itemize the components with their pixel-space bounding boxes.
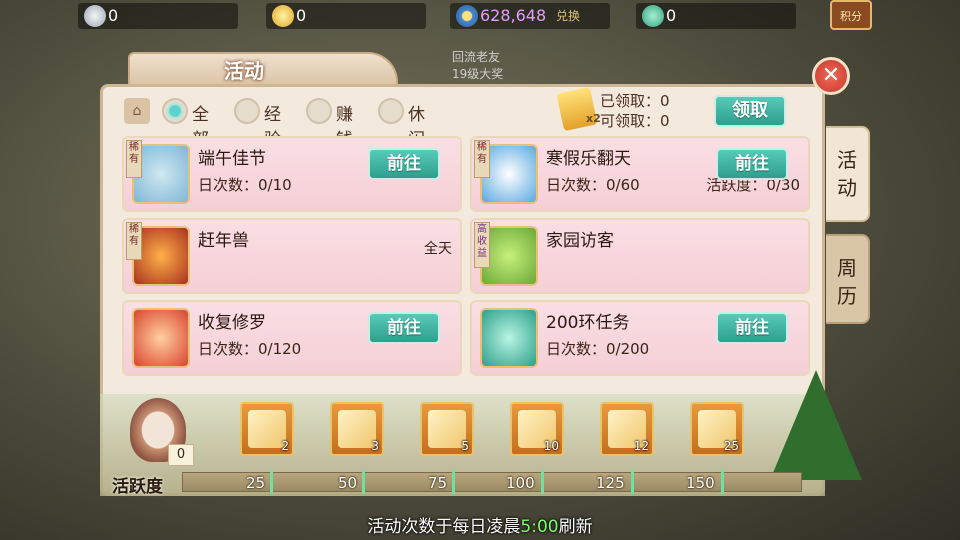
threshold-label: 150 — [686, 474, 715, 492]
go-button[interactable]: 前往 — [368, 148, 440, 180]
coin-value: 628,648 — [480, 6, 547, 25]
filter-radio-money[interactable] — [306, 98, 332, 124]
tab-activity[interactable]: 活动 — [826, 126, 870, 222]
activity-name: 赶年兽 — [198, 231, 249, 251]
refresh-notice-text: 活动次数于每日凌晨 — [367, 517, 521, 537]
go-button[interactable]: 前往 — [368, 312, 440, 344]
go-button[interactable]: 前往 — [716, 312, 788, 344]
tab-activity-label: 活动 — [837, 148, 857, 200]
threshold-label: 25 — [246, 474, 266, 492]
go-button[interactable]: 前往 — [716, 148, 788, 180]
refresh-notice-suffix: 刷新 — [558, 517, 593, 537]
reward-count: 5 — [461, 439, 469, 453]
gold-value: 0 — [296, 6, 307, 25]
liveness-label: 活跃度 — [112, 477, 163, 497]
asura-icon — [132, 308, 190, 368]
rarity-tag: 稀有 — [126, 140, 142, 178]
activity-count: 日次数：0/60 — [546, 176, 640, 194]
activity-card[interactable]: 200环任务 日次数：0/200 前往 — [470, 300, 810, 376]
activity-name: 端午佳节 — [198, 149, 266, 169]
high-yield-tag: 高收益 — [474, 222, 490, 268]
reward-count: 2 — [281, 439, 289, 453]
top-resource-bar: 0 0 628,648 兑换 0 积分 — [0, 0, 960, 34]
jade-ring-icon — [480, 308, 538, 368]
claim-box: x2 已领取：0 可领取：0 领取 — [556, 86, 810, 132]
threshold-marker — [452, 470, 455, 494]
reward-chest[interactable]: 10 — [510, 402, 564, 456]
reward-chest[interactable]: 3 — [330, 402, 384, 456]
rarity-tag: 稀有 — [474, 140, 490, 178]
activity-card[interactable]: 稀有 端午佳节 日次数：0/10 前往 — [122, 136, 462, 212]
activity-count: 日次数：0/10 — [198, 176, 292, 194]
coin-resource[interactable]: 628,648 兑换 — [450, 3, 610, 29]
reward-chest[interactable]: 5 — [420, 402, 474, 456]
exchange-link[interactable]: 兑换 — [556, 3, 580, 29]
activity-card[interactable]: 稀有 赶年兽 全天 — [122, 218, 462, 294]
gold-ingot-icon — [272, 5, 294, 27]
threshold-marker — [631, 470, 634, 494]
refresh-notice: 活动次数于每日凌晨5:00刷新 — [0, 512, 960, 537]
jade-icon — [642, 5, 664, 27]
activity-time: 全天 — [424, 241, 452, 257]
claim-button[interactable]: 领取 — [714, 95, 786, 127]
reward-chest[interactable]: 2 — [240, 402, 294, 456]
activity-card[interactable]: 稀有 寒假乐翻天 日次数：0/60 活跃度：0/30 前往 — [470, 136, 810, 212]
current-liveness: 0 — [168, 444, 194, 466]
silver-ingot-icon — [84, 5, 106, 27]
threshold-marker — [362, 470, 365, 494]
reward-count: 10 — [543, 439, 559, 453]
filter-radio-exp[interactable] — [234, 98, 260, 124]
tab-weekly-calendar[interactable]: 周历 — [826, 234, 870, 324]
reward-count: 12 — [633, 439, 649, 453]
rarity-tag: 稀有 — [126, 222, 142, 260]
threshold-marker — [541, 470, 544, 494]
coin-icon — [456, 5, 478, 27]
refresh-time: 5:00 — [520, 517, 559, 537]
threshold-marker — [270, 470, 273, 494]
bg-text-line-2: 19级大奖 — [452, 67, 504, 81]
multiplier-text: x2 — [586, 112, 601, 125]
claimed-count: 已领取：0 — [600, 92, 670, 110]
silver-value: 0 — [108, 6, 119, 25]
background-event-text: 回流老友 19级大奖 — [452, 48, 503, 82]
bg-text-line-1: 回流老友 — [452, 50, 501, 64]
threshold-label: 50 — [338, 474, 358, 492]
filter-radio-leisure[interactable] — [378, 98, 404, 124]
threshold-marker — [721, 470, 724, 494]
jade-resource: 0 — [636, 3, 796, 29]
reward-chest[interactable]: 25 — [690, 402, 744, 456]
activity-card[interactable]: 收复修罗 日次数：0/120 前往 — [122, 300, 462, 376]
filter-icon[interactable]: ⌂ — [124, 98, 150, 124]
jade-value: 0 — [666, 6, 677, 25]
activity-card[interactable]: 高收益 家园访客 — [470, 218, 810, 294]
points-button[interactable]: 积分 — [830, 0, 872, 30]
activity-name: 收复修罗 — [198, 313, 266, 333]
threshold-label: 75 — [428, 474, 448, 492]
christmas-tree-decoration — [770, 370, 862, 480]
activity-count: 日次数：0/120 — [198, 340, 302, 358]
threshold-label: 125 — [596, 474, 625, 492]
activity-count: 日次数：0/200 — [546, 340, 650, 358]
reward-chest[interactable]: 12 — [600, 402, 654, 456]
reward-count: 3 — [371, 439, 379, 453]
silver-resource: 0 — [78, 3, 238, 29]
threshold-label: 100 — [506, 474, 535, 492]
tab-weekly-label: 周历 — [837, 256, 857, 308]
activity-name: 寒假乐翻天 — [546, 149, 631, 169]
claimable-count: 可领取：0 — [600, 112, 670, 130]
filter-radio-all[interactable] — [162, 98, 188, 124]
activity-name: 家园访客 — [546, 231, 614, 251]
activity-name: 200环任务 — [546, 313, 630, 333]
reward-count: 25 — [723, 439, 739, 453]
window-title: 活动 — [224, 59, 264, 83]
close-button[interactable]: ✕ — [812, 57, 850, 95]
close-icon: ✕ — [821, 63, 841, 88]
gold-resource: 0 — [266, 3, 426, 29]
